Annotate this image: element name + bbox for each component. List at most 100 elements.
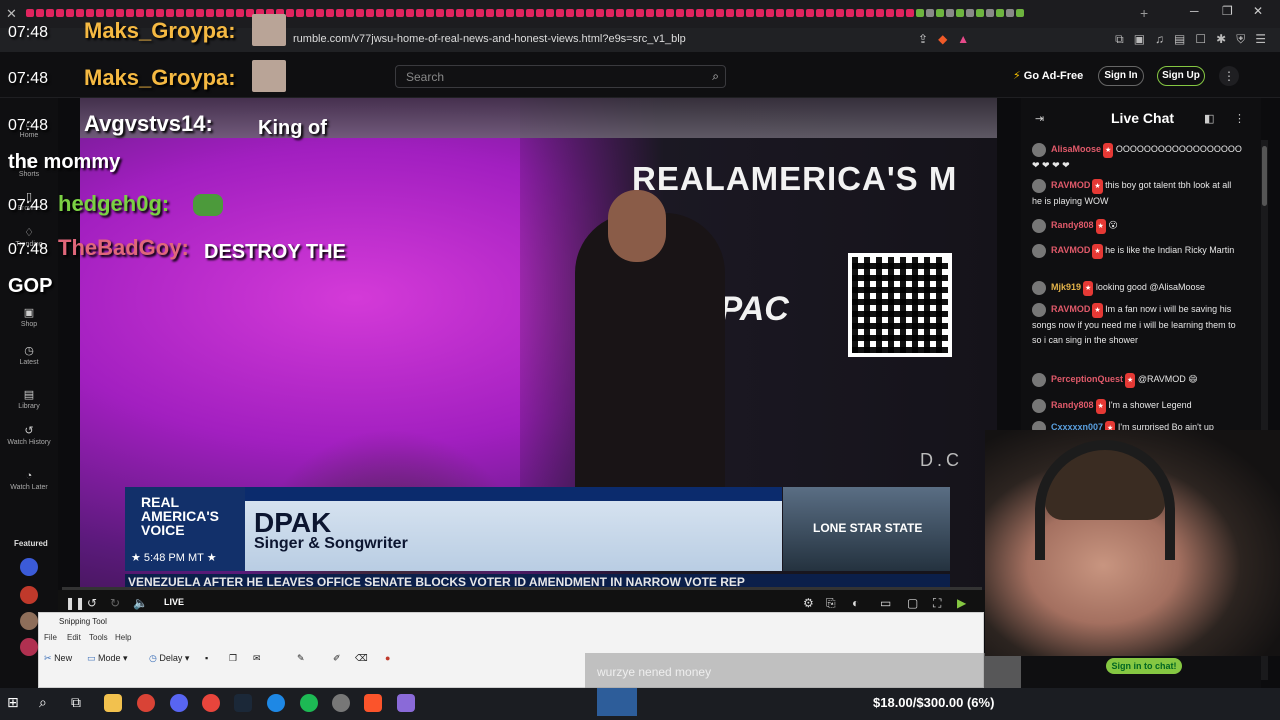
- menu-help[interactable]: Help: [115, 633, 131, 642]
- chat-avatar[interactable]: [1032, 280, 1046, 295]
- bookmark-icon[interactable]: ☐: [1195, 32, 1206, 47]
- tab-favicon[interactable]: [996, 9, 1004, 17]
- sidebar-item-library[interactable]: ▤ Library: [0, 388, 58, 410]
- tab-favicon[interactable]: [736, 9, 744, 17]
- sidebar-item-watch-history[interactable]: ↺ Watch History: [0, 424, 58, 446]
- search-taskbar-icon[interactable]: ⌕: [39, 694, 57, 712]
- featured-channel-avatar[interactable]: [20, 586, 38, 604]
- tab-favicon[interactable]: [526, 9, 534, 17]
- tab-favicon[interactable]: [726, 9, 734, 17]
- tab-favicon[interactable]: [46, 9, 54, 17]
- file-explorer-icon[interactable]: [104, 694, 122, 712]
- tab-favicon[interactable]: [166, 9, 174, 17]
- tab-favicon[interactable]: [296, 9, 304, 17]
- chat-popout-icon[interactable]: ◧: [1204, 112, 1214, 125]
- autoplay-toggle-icon[interactable]: ◐: [852, 596, 859, 610]
- tab-favicon[interactable]: [456, 9, 464, 17]
- menu-icon[interactable]: ☰: [1255, 32, 1266, 47]
- tab-favicon[interactable]: [846, 9, 854, 17]
- brave-icon[interactable]: [364, 694, 382, 712]
- window-close-icon[interactable]: ✕: [1253, 4, 1263, 18]
- search-icon[interactable]: ⌕: [712, 69, 719, 84]
- volume-icon[interactable]: 🔈: [133, 596, 148, 610]
- go-ad-free-button[interactable]: ⚡ Go Ad-Free: [1013, 69, 1083, 82]
- tab-favicon[interactable]: [216, 9, 224, 17]
- paint-icon[interactable]: ●: [385, 653, 390, 663]
- tab-favicon[interactable]: [136, 9, 144, 17]
- tab-favicon[interactable]: [536, 9, 544, 17]
- sidebar-item-shop[interactable]: ▣ Shop: [0, 306, 58, 328]
- tab-favicon[interactable]: [236, 9, 244, 17]
- tab-favicon[interactable]: [506, 9, 514, 17]
- windows-start-icon[interactable]: ⊞: [7, 694, 25, 712]
- tab-favicon[interactable]: [126, 9, 134, 17]
- tab-favicon[interactable]: [1006, 9, 1014, 17]
- chat-avatar[interactable]: [1032, 142, 1046, 157]
- tab-favicon[interactable]: [206, 9, 214, 17]
- chat-username[interactable]: Randy808: [1051, 400, 1094, 410]
- chat-scrollbar-thumb[interactable]: [1262, 146, 1267, 206]
- extensions-icon[interactable]: ⧉: [1115, 32, 1124, 47]
- tab-favicon[interactable]: [896, 9, 904, 17]
- tab-favicon[interactable]: [96, 9, 104, 17]
- tab-favicon[interactable]: [336, 9, 344, 17]
- tab-favicon[interactable]: [486, 9, 494, 17]
- puzzle-icon[interactable]: ✱: [1216, 32, 1226, 47]
- tab-favicon[interactable]: [86, 9, 94, 17]
- tab-favicon[interactable]: [196, 9, 204, 17]
- tab-favicon[interactable]: [516, 9, 524, 17]
- tab-favicon[interactable]: [576, 9, 584, 17]
- tab-favicon[interactable]: [406, 9, 414, 17]
- chat-username[interactable]: RAVMOD: [1051, 180, 1090, 190]
- tab-favicon[interactable]: [596, 9, 604, 17]
- more-options-icon[interactable]: ⋮: [1219, 66, 1239, 86]
- tab-favicon[interactable]: [636, 9, 644, 17]
- rumble-logo-icon[interactable]: ▶: [957, 596, 966, 610]
- tab-icon[interactable]: ▣: [1134, 32, 1145, 47]
- chat-options-icon[interactable]: ⋮: [1234, 112, 1245, 125]
- tab-favicon[interactable]: [976, 9, 984, 17]
- chat-avatar[interactable]: [1032, 302, 1046, 317]
- menu-edit[interactable]: Edit: [67, 633, 81, 642]
- menu-tools[interactable]: Tools: [89, 633, 108, 642]
- tab-favicon[interactable]: [766, 9, 774, 17]
- tab-favicon[interactable]: [466, 9, 474, 17]
- tab-favicon[interactable]: [366, 9, 374, 17]
- tab-favicon[interactable]: [116, 9, 124, 17]
- sign-in-to-chat-button[interactable]: Sign in to chat!: [1106, 658, 1182, 674]
- tab-favicon[interactable]: [1016, 9, 1024, 17]
- tab-favicon[interactable]: [616, 9, 624, 17]
- chat-avatar[interactable]: [1032, 398, 1046, 413]
- mode-button[interactable]: ▭ Mode ▾: [87, 653, 128, 664]
- rewards-icon[interactable]: ▲: [957, 32, 969, 46]
- search-input[interactable]: Search ⌕: [395, 65, 726, 88]
- tab-favicon[interactable]: [556, 9, 564, 17]
- tab-favicon[interactable]: [656, 9, 664, 17]
- theater-mode-icon[interactable]: ▢: [907, 596, 918, 610]
- tab-favicon[interactable]: [836, 9, 844, 17]
- tab-favicon[interactable]: [386, 9, 394, 17]
- discord-icon[interactable]: [170, 694, 188, 712]
- tab-favicon[interactable]: [706, 9, 714, 17]
- tab-favicon[interactable]: [696, 9, 704, 17]
- tab-favicon[interactable]: [786, 9, 794, 17]
- tab-favicon[interactable]: [806, 9, 814, 17]
- tab-favicon[interactable]: [66, 9, 74, 17]
- snipping-tool-icon[interactable]: [397, 694, 415, 712]
- rewind-icon[interactable]: ↺: [87, 596, 97, 610]
- tab-favicon[interactable]: [906, 9, 914, 17]
- tab-favicon[interactable]: [946, 9, 954, 17]
- chat-username[interactable]: RAVMOD: [1051, 245, 1090, 255]
- sign-up-button[interactable]: Sign Up: [1157, 66, 1205, 86]
- chat-avatar[interactable]: [1032, 218, 1046, 233]
- save-icon[interactable]: ▪: [205, 653, 208, 663]
- chat-username[interactable]: Mjk919: [1051, 282, 1081, 292]
- tab-favicon[interactable]: [316, 9, 324, 17]
- tab-favicon[interactable]: [826, 9, 834, 17]
- pause-icon[interactable]: ❚❚: [65, 596, 85, 610]
- tab-favicon[interactable]: [356, 9, 364, 17]
- copy-icon[interactable]: ❐: [229, 653, 237, 664]
- tab-favicon[interactable]: [986, 9, 994, 17]
- tab-favicon[interactable]: [416, 9, 424, 17]
- chrome-icon[interactable]: [202, 694, 220, 712]
